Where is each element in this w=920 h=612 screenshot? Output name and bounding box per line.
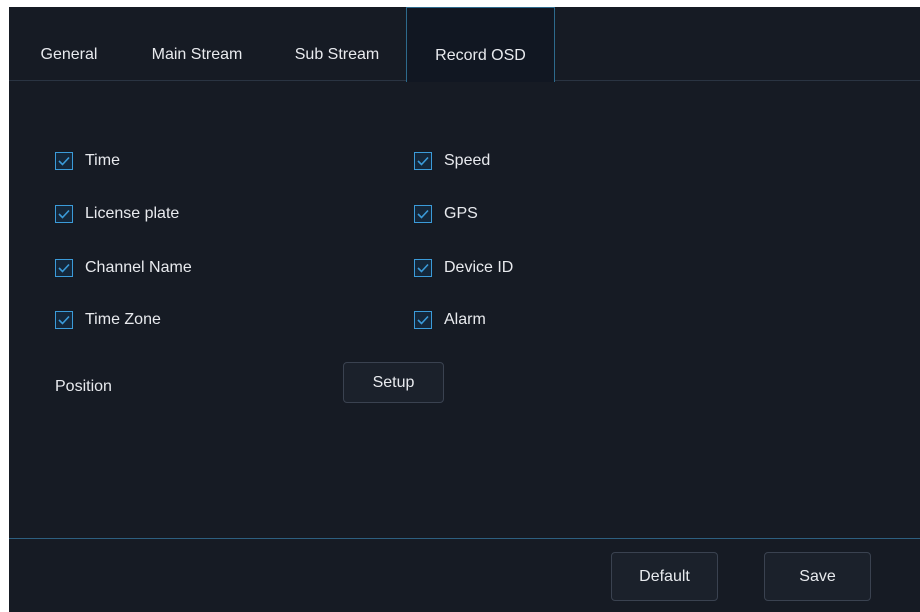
default-button[interactable]: Default (611, 552, 718, 601)
osd-settings-content: Time License plate Channel Name Time Zon… (9, 81, 920, 538)
option-label: Device ID (444, 259, 514, 276)
option-device-id[interactable]: Device ID (414, 258, 513, 278)
option-label: GPS (444, 205, 478, 222)
checkmark-icon (417, 156, 429, 166)
footer-divider (9, 538, 920, 539)
record-osd-panel: General Main Stream Sub Stream Record OS… (9, 7, 920, 612)
option-label: Speed (444, 152, 491, 169)
option-speed[interactable]: Speed (414, 151, 490, 171)
alarm-checkbox[interactable] (414, 311, 432, 329)
tab-record-osd[interactable]: Record OSD (406, 7, 555, 82)
tab-sub-stream[interactable]: Sub Stream (289, 7, 385, 81)
device-id-checkbox[interactable] (414, 259, 432, 277)
option-license-plate[interactable]: License plate (55, 204, 179, 224)
checkmark-icon (417, 209, 429, 219)
license-plate-checkbox[interactable] (55, 205, 73, 223)
time-checkbox[interactable] (55, 152, 73, 170)
speed-checkbox[interactable] (414, 152, 432, 170)
checkmark-icon (58, 315, 70, 325)
option-alarm[interactable]: Alarm (414, 310, 486, 330)
save-button[interactable]: Save (764, 552, 871, 601)
option-label: License plate (85, 205, 180, 222)
time-zone-checkbox[interactable] (55, 311, 73, 329)
checkmark-icon (417, 315, 429, 325)
setup-button[interactable]: Setup (343, 362, 444, 403)
option-gps[interactable]: GPS (414, 204, 478, 224)
position-label: Position (55, 378, 112, 395)
gps-checkbox[interactable] (414, 205, 432, 223)
checkmark-icon (58, 209, 70, 219)
option-channel-name[interactable]: Channel Name (55, 258, 192, 278)
option-label: Time Zone (85, 311, 161, 328)
option-label: Channel Name (85, 259, 192, 276)
tab-main-stream[interactable]: Main Stream (145, 7, 249, 81)
channel-name-checkbox[interactable] (55, 259, 73, 277)
option-label: Alarm (444, 311, 486, 328)
tab-bar: General Main Stream Sub Stream Record OS… (9, 7, 920, 82)
option-time-zone[interactable]: Time Zone (55, 310, 161, 330)
option-time[interactable]: Time (55, 151, 120, 171)
option-label: Time (85, 152, 120, 169)
checkmark-icon (417, 263, 429, 273)
tab-general[interactable]: General (37, 7, 101, 81)
checkmark-icon (58, 156, 70, 166)
checkmark-icon (58, 263, 70, 273)
